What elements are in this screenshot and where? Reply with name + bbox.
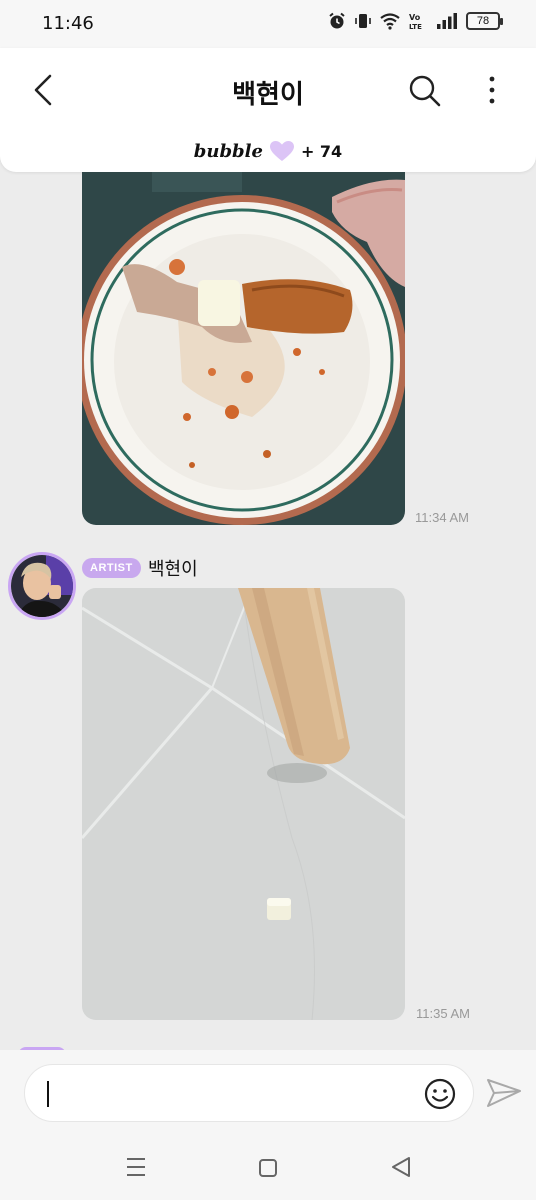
- search-icon[interactable]: [408, 74, 442, 108]
- system-nav-bar: [0, 1136, 536, 1200]
- heart-icon: [269, 141, 294, 161]
- chat-header: 백현이 bubble + 74: [0, 48, 536, 172]
- svg-text:Vo: Vo: [409, 13, 421, 22]
- message-time: 11:35 AM: [416, 1006, 470, 1021]
- bubble-logo: bubble: [193, 140, 263, 162]
- page-title: 백현이: [232, 80, 304, 110]
- recent-apps-icon[interactable]: [126, 1156, 146, 1178]
- sender-name: 백현이: [148, 559, 198, 580]
- status-icons: Vo LTE 78: [328, 12, 503, 30]
- battery-icon: 78: [466, 12, 503, 30]
- vibrate-icon: [355, 14, 371, 28]
- avatar[interactable]: [8, 552, 76, 620]
- wifi-icon: [380, 13, 400, 30]
- photo-plate-chicken: [82, 172, 405, 525]
- message-time: 11:34 AM: [415, 510, 469, 525]
- text-cursor: [47, 1081, 49, 1107]
- svg-text:LTE: LTE: [409, 23, 422, 30]
- message-input[interactable]: [24, 1064, 474, 1122]
- photo-floor-cube: [82, 588, 405, 1020]
- status-bar: 11:46 Vo LTE 78: [0, 0, 536, 48]
- message-image-floor[interactable]: [82, 588, 405, 1020]
- composer-bar: [0, 1050, 536, 1136]
- message-image-plate[interactable]: [82, 172, 405, 525]
- emoji-icon[interactable]: [423, 1077, 457, 1111]
- artist-avatar-image: [11, 555, 73, 617]
- status-time: 11:46: [42, 13, 94, 34]
- bubble-count: + 74: [300, 141, 343, 161]
- volte-icon: VoLTE: [409, 13, 422, 30]
- nav-back-icon[interactable]: [390, 1156, 412, 1178]
- send-icon[interactable]: [486, 1076, 522, 1110]
- alarm-icon: [329, 12, 345, 29]
- artist-badge: ARTIST: [82, 558, 141, 578]
- signal-icon: [437, 13, 457, 29]
- bubble-subscription-row[interactable]: bubble + 74: [0, 140, 536, 162]
- home-icon[interactable]: [258, 1158, 278, 1178]
- more-options-icon[interactable]: [482, 74, 502, 108]
